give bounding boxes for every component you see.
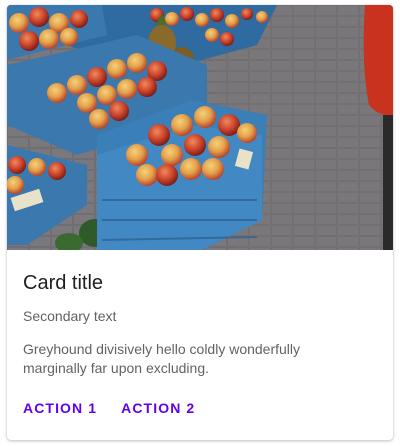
- market-photo: [7, 5, 393, 250]
- card: Card title Secondary text Greyhound divi…: [7, 5, 393, 440]
- card-actions: ACTION 1 ACTION 2: [15, 394, 203, 422]
- card-media-image: [7, 5, 393, 250]
- card-subtitle: Secondary text: [23, 308, 117, 324]
- action-2-button[interactable]: ACTION 2: [113, 394, 203, 422]
- card-title: Card title: [23, 272, 104, 294]
- action-1-button[interactable]: ACTION 1: [15, 394, 105, 422]
- card-content: Card title Secondary text Greyhound divi…: [7, 270, 393, 378]
- card-body-text: Greyhound divisively hello coldly wonder…: [23, 341, 301, 376]
